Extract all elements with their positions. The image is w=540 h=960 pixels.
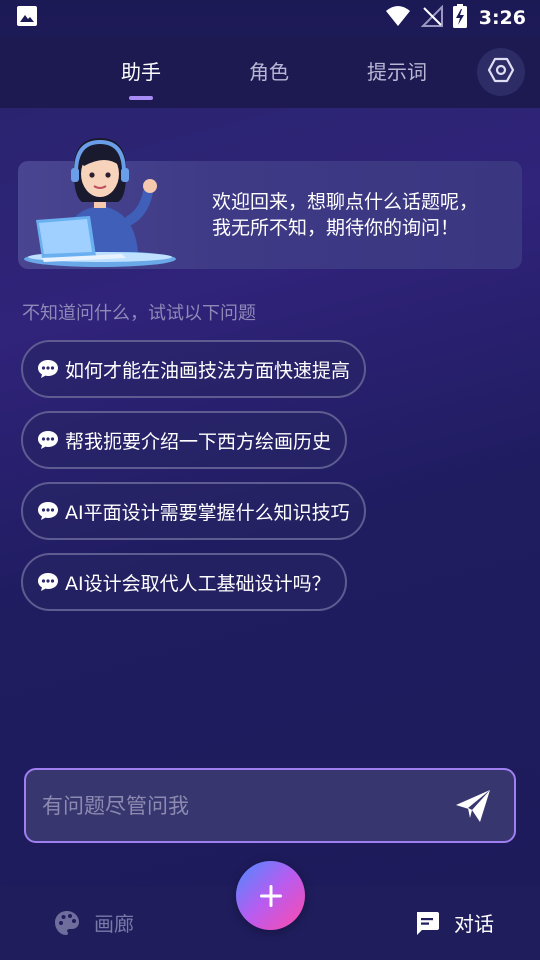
welcome-line-1: 欢迎回来，想聊点什么话题呢， bbox=[212, 191, 479, 213]
plus-icon bbox=[259, 884, 282, 907]
chat-icon bbox=[417, 911, 439, 935]
welcome-message: 欢迎回来，想聊点什么话题呢， 我无所不知，期待你的询问！ bbox=[212, 189, 512, 241]
nav-gallery[interactable]: 画廊 bbox=[54, 908, 134, 937]
suggestion-chip[interactable]: AI设计会取代人工基础设计吗？ bbox=[21, 553, 347, 611]
welcome-line-2: 我无所不知，期待你的询问！ bbox=[212, 217, 460, 239]
top-nav: 助手 角色 提示词 bbox=[0, 36, 540, 108]
nav-chat-label: 对话 bbox=[454, 912, 494, 936]
settings-button[interactable] bbox=[477, 48, 525, 96]
chat-bubble-icon bbox=[38, 360, 58, 378]
nav-chat[interactable]: 对话 bbox=[414, 908, 494, 937]
nav-gallery-label: 画廊 bbox=[94, 912, 134, 936]
suggestion-text: 帮我扼要介绍一下西方绘画历史 bbox=[65, 430, 332, 453]
no-signal-icon bbox=[420, 4, 443, 31]
message-input-box bbox=[24, 768, 516, 843]
suggestion-text: AI设计会取代人工基础设计吗？ bbox=[65, 572, 331, 595]
chat-bubble-icon bbox=[38, 502, 58, 520]
palette-icon bbox=[55, 910, 79, 935]
message-input[interactable] bbox=[42, 782, 442, 830]
suggestion-text: 如何才能在油画技法方面快速提高 bbox=[65, 359, 351, 382]
image-icon bbox=[16, 5, 38, 31]
chat-bubble-icon bbox=[38, 573, 58, 591]
tab-role[interactable]: 角色 bbox=[214, 56, 324, 85]
status-time: 3:26 bbox=[478, 7, 526, 29]
battery-charging-icon bbox=[452, 4, 467, 32]
suggestions-hint: 不知道问什么，试试以下问题 bbox=[22, 303, 256, 324]
tab-prompts[interactable]: 提示词 bbox=[342, 56, 452, 85]
settings-icon bbox=[487, 56, 515, 88]
suggestion-chip[interactable]: AI平面设计需要掌握什么知识技巧 bbox=[21, 482, 366, 540]
suggestion-chip[interactable]: 帮我扼要介绍一下西方绘画历史 bbox=[21, 411, 348, 469]
suggestion-chip[interactable]: 如何才能在油画技法方面快速提高 bbox=[21, 340, 367, 398]
tab-assistant[interactable]: 助手 bbox=[86, 56, 196, 85]
new-chat-button[interactable] bbox=[236, 861, 305, 930]
assistant-avatar bbox=[22, 132, 182, 272]
send-icon bbox=[456, 790, 490, 822]
send-button[interactable] bbox=[454, 788, 492, 826]
chat-bubble-icon bbox=[38, 431, 58, 449]
suggestion-text: AI平面设计需要掌握什么知识技巧 bbox=[65, 501, 350, 524]
wifi-icon bbox=[385, 5, 411, 31]
active-tab-indicator bbox=[129, 96, 153, 100]
status-bar: 3:26 bbox=[0, 0, 540, 36]
